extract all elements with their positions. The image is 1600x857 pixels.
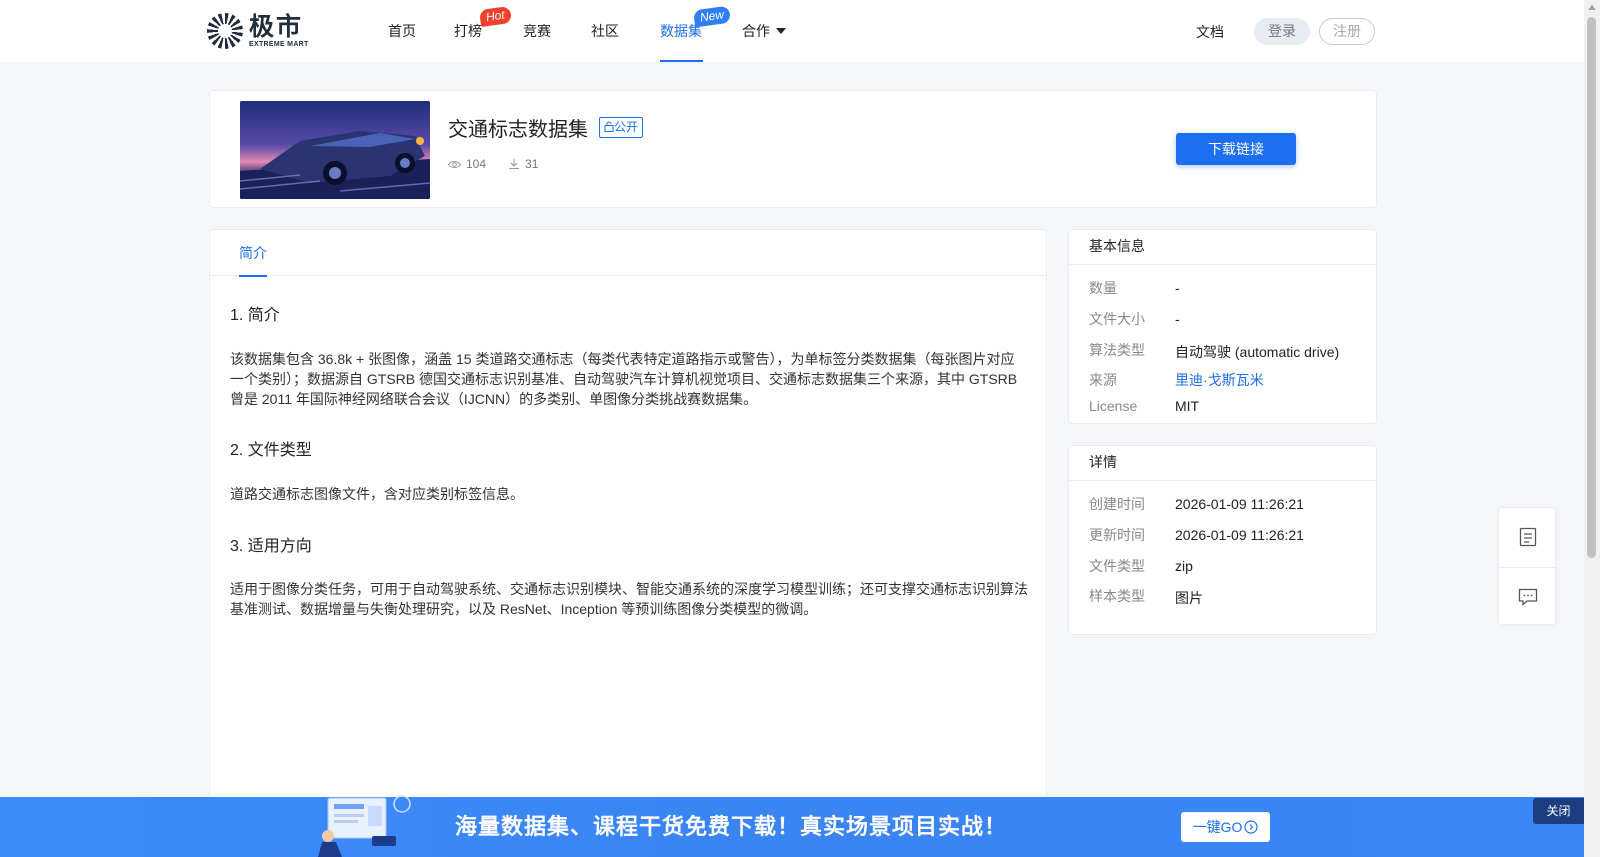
eye-icon xyxy=(448,160,461,168)
banner-illustration xyxy=(312,792,412,857)
info-value: MIT xyxy=(1175,398,1200,414)
docs-link[interactable]: 文档 xyxy=(1196,19,1224,45)
public-tag: 公开 xyxy=(599,117,644,138)
detail-key: 创建时间 xyxy=(1089,496,1145,512)
nav-item-competition[interactable]: 竞赛 xyxy=(523,0,553,62)
detail-value: 2026-01-09 11:26:21 xyxy=(1175,496,1304,512)
download-count: 31 xyxy=(508,157,538,171)
info-key: 数量 xyxy=(1089,280,1117,296)
info-key: 来源 xyxy=(1089,372,1117,388)
view-count: 104 xyxy=(448,157,486,171)
scroll-up-icon[interactable] xyxy=(1588,5,1596,10)
dataset-cover-image xyxy=(240,101,430,199)
nav-item-cooperation[interactable]: 合作 xyxy=(742,0,792,62)
nav-item-community[interactable]: 社区 xyxy=(591,0,621,62)
site-logo[interactable]: 极市 EXTREME MART xyxy=(207,13,309,49)
lock-icon xyxy=(604,121,614,132)
banner-text: 海量数据集、课程干货免费下载！真实场景项目实战！ xyxy=(455,814,1008,839)
new-badge: New xyxy=(692,5,732,28)
document-icon xyxy=(1519,527,1537,547)
go-button-label: 一键GO xyxy=(1192,819,1243,835)
nav-label: 首页 xyxy=(388,23,416,39)
promo-banner: 海量数据集、课程干货免费下载！真实场景项目实战！ 一键GO xyxy=(0,795,1584,857)
detail-value: zip xyxy=(1175,558,1193,574)
nav-label: 合作 xyxy=(742,23,770,39)
logo-text-en: EXTREME MART xyxy=(249,41,309,48)
detail-key: 文件类型 xyxy=(1089,558,1145,574)
download-icon xyxy=(509,159,520,169)
close-banner-button[interactable]: 关闭 xyxy=(1533,798,1584,824)
detail-value: 2026-01-09 11:26:21 xyxy=(1175,527,1304,543)
nav-item-home[interactable]: 首页 xyxy=(388,0,418,62)
logo-icon xyxy=(207,13,243,49)
nav-item-leaderboard[interactable]: 打榜 Hot xyxy=(454,0,512,62)
basic-info-card: 基本信息 数量 - 文件大小 - 算法类型 自动驾驶 (automatic dr… xyxy=(1068,229,1377,424)
message-icon xyxy=(1518,588,1538,606)
info-key: 文件大小 xyxy=(1089,311,1145,327)
tab-intro[interactable]: 简介 xyxy=(239,230,267,277)
feedback-tool-button[interactable] xyxy=(1499,567,1557,625)
logo-text-cn: 极市 xyxy=(249,12,304,41)
details-title: 详情 xyxy=(1069,446,1376,481)
top-header: 极市 EXTREME MART 首页 打榜 Hot 竞赛 社区 数据集 New … xyxy=(0,0,1584,62)
tab-bar: 简介 xyxy=(210,230,1046,277)
section-title: 2. 文件类型 xyxy=(230,442,312,459)
public-tag-label: 公开 xyxy=(614,120,639,134)
dataset-title: 交通标志数据集 xyxy=(448,119,588,141)
scroll-thumb[interactable] xyxy=(1587,17,1596,558)
detail-key: 样本类型 xyxy=(1089,588,1145,604)
go-button[interactable]: 一键GO xyxy=(1181,812,1270,842)
source-link[interactable]: 里迪·戈斯瓦米 xyxy=(1175,370,1264,390)
nav-label: 社区 xyxy=(591,23,619,39)
document-tool-button[interactable] xyxy=(1499,508,1557,566)
section-body: 适用于图像分类任务，可用于自动驾驶系统、交通标志识别模块、智能交通系统的深度学习… xyxy=(230,581,1028,617)
details-card: 详情 创建时间 2026-01-09 11:26:21 更新时间 2026-01… xyxy=(1068,445,1377,635)
detail-value: 图片 xyxy=(1175,590,1203,606)
arrow-circle-right-icon xyxy=(1244,820,1258,834)
basic-info-title: 基本信息 xyxy=(1069,230,1376,265)
chevron-down-icon xyxy=(776,28,786,34)
nav-label: 竞赛 xyxy=(523,23,551,39)
info-value: 自动驾驶 (automatic drive) xyxy=(1175,344,1340,360)
nav-label: 打榜 xyxy=(454,23,482,39)
info-value: - xyxy=(1175,280,1180,296)
register-button[interactable]: 注册 xyxy=(1319,18,1375,45)
section-title: 1. 简介 xyxy=(230,307,280,324)
info-value: - xyxy=(1175,311,1180,327)
section-body: 道路交通标志图像文件，含对应类别标签信息。 xyxy=(230,486,524,502)
info-key: 算法类型 xyxy=(1089,342,1145,358)
detail-key: 更新时间 xyxy=(1089,527,1145,543)
floating-toolbar xyxy=(1498,507,1557,625)
nav-item-datasets[interactable]: 数据集 New xyxy=(660,0,732,62)
download-count-value: 31 xyxy=(525,157,539,171)
download-link-button[interactable]: 下载链接 xyxy=(1176,133,1296,165)
dataset-header-card: 交通标志数据集 公开 104 31 下载链接 xyxy=(209,90,1377,208)
section-title: 3. 适用方向 xyxy=(230,538,312,555)
login-button[interactable]: 登录 xyxy=(1254,18,1310,45)
hot-badge: Hot xyxy=(478,5,512,28)
page-scrollbar[interactable] xyxy=(1584,0,1600,857)
view-count-value: 104 xyxy=(466,157,487,171)
section-body: 该数据集包含 36.8k + 张图像，涵盖 15 类道路交通标志（每类代表特定道… xyxy=(230,351,1018,407)
intro-panel: 简介 1. 简介 该数据集包含 36.8k + 张图像，涵盖 15 类道路交通标… xyxy=(209,229,1047,857)
info-key: License xyxy=(1089,398,1138,414)
